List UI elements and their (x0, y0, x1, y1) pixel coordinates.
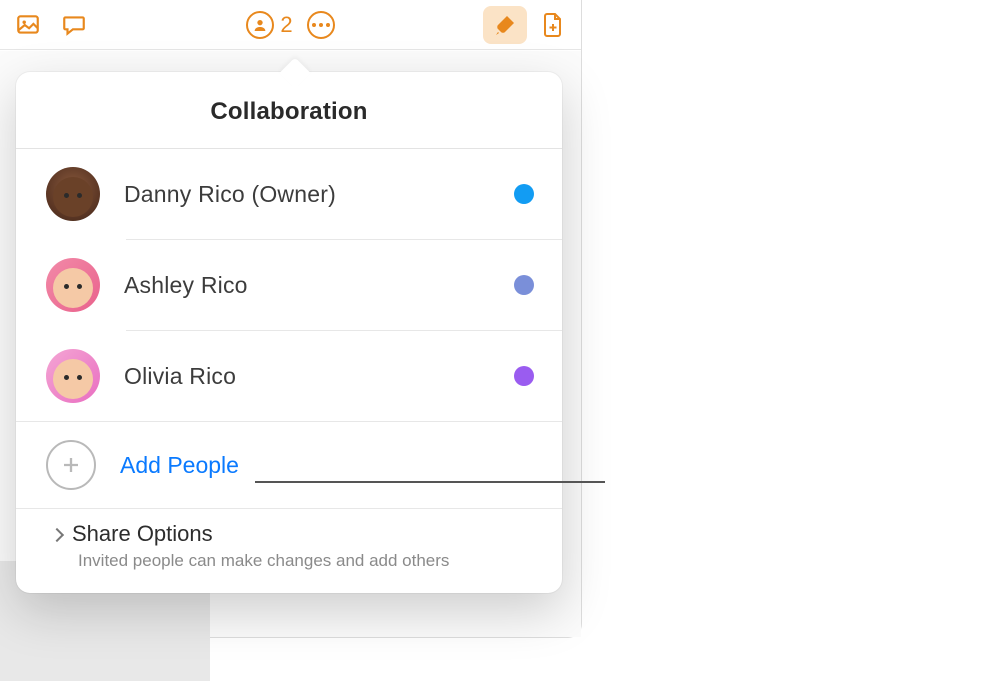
presence-dot (514, 184, 534, 204)
toolbar-center: 2 (242, 11, 334, 39)
person-row[interactable]: Olivia Rico (16, 331, 562, 421)
person-name: Danny Rico (Owner) (124, 181, 490, 208)
toolbar: 2 (0, 0, 581, 50)
people-list: Danny Rico (Owner) Ashley Rico Olivia Ri… (16, 149, 562, 593)
collaborator-count: 2 (280, 12, 292, 38)
format-button[interactable] (483, 6, 527, 44)
callout-line (255, 481, 605, 483)
paintbrush-icon (493, 13, 517, 37)
plus-icon (46, 440, 96, 490)
share-options-subtitle: Invited people can make changes and add … (78, 551, 534, 571)
share-options-button[interactable]: Share Options Invited people can make ch… (16, 509, 562, 593)
ellipsis-icon (312, 23, 330, 27)
avatar (46, 258, 100, 312)
avatar (46, 349, 100, 403)
add-people-button[interactable]: Add People (16, 422, 562, 508)
person-icon (246, 11, 274, 39)
chevron-right-icon (50, 528, 64, 542)
presence-dot (514, 366, 534, 386)
add-people-label: Add People (120, 452, 239, 479)
comment-button[interactable] (54, 7, 94, 43)
person-row[interactable]: Ashley Rico (16, 240, 562, 330)
person-name: Ashley Rico (124, 272, 490, 299)
avatar (46, 167, 100, 221)
presence-dot (514, 275, 534, 295)
app-window: 2 Co (0, 0, 582, 638)
document-button[interactable] (533, 6, 573, 44)
media-button[interactable] (8, 7, 48, 43)
more-button[interactable] (307, 11, 335, 39)
document-plus-icon (541, 12, 565, 38)
collaboration-button[interactable]: 2 (242, 11, 296, 39)
share-options-label: Share Options (72, 521, 213, 547)
person-name: Olivia Rico (124, 363, 490, 390)
person-row[interactable]: Danny Rico (Owner) (16, 149, 562, 239)
collaboration-popover: Collaboration Danny Rico (Owner) Ashley … (16, 72, 562, 593)
toolbar-right (483, 6, 573, 44)
